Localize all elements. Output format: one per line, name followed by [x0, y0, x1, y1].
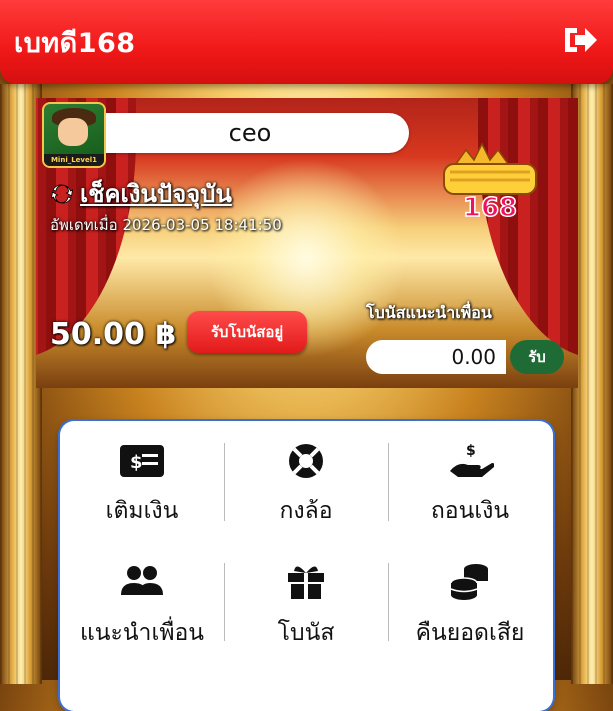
claim-referral-button[interactable]: รับ: [510, 340, 564, 374]
menu-panel: $ เติมเงิน กงล้อ $ ถอนเงิน แนะนำเพื่อน โ…: [60, 421, 553, 711]
check-balance-link[interactable]: เช็คเงินปัจจุบัน: [50, 174, 232, 213]
menu-label: เติมเงิน: [105, 498, 179, 524]
menu-deposit[interactable]: $ เติมเงิน: [60, 421, 224, 541]
referral-bonus-value: 0.00: [366, 340, 506, 374]
life-ring-icon: [289, 444, 323, 478]
balance-amount: 50.00 ฿: [50, 317, 177, 352]
svg-text:168: 168: [463, 193, 517, 222]
avatar-level-badge: Mini_Level1: [44, 154, 104, 166]
coins-icon: [450, 564, 488, 600]
updated-timestamp: อัพเดทเมื่อ 2026-03-05 18:41:50: [50, 216, 282, 234]
menu-label: คืนยอดเสีย: [415, 620, 525, 646]
hand-dollar-icon: $: [450, 443, 494, 477]
hero-banner: ceo Mini_Level1 เช็คเงินปัจจุบัน อัพเดทเ…: [36, 98, 578, 388]
username-box: ceo: [91, 113, 409, 153]
menu-wheel[interactable]: กงล้อ: [224, 421, 388, 541]
curtain-right-decoration: [478, 98, 578, 358]
username: ceo: [228, 119, 272, 147]
menu-refer-friend[interactable]: แนะนำเพื่อน: [60, 541, 224, 661]
menu-label: แนะนำเพื่อน: [79, 620, 205, 646]
betd168-logo: 168: [443, 142, 537, 222]
menu-label: โบนัส: [277, 620, 335, 646]
avatar[interactable]: Mini_Level1: [42, 102, 106, 168]
users-icon: [121, 566, 163, 595]
menu-cashback[interactable]: คืนยอดเสีย: [388, 541, 552, 661]
svg-text:$: $: [466, 443, 476, 459]
menu-withdraw[interactable]: $ ถอนเงิน: [388, 421, 552, 541]
menu-bonus[interactable]: โบนัส: [224, 541, 388, 661]
brand-title: เบทดี168: [14, 28, 136, 59]
money-bill-icon: $: [120, 445, 164, 477]
refresh-icon: [50, 184, 74, 203]
svg-text:$: $: [130, 452, 143, 473]
referral-bonus-label: โบนัสแนะนำเพื่อน: [366, 303, 492, 322]
menu-label: ถอนเงิน: [430, 498, 510, 524]
check-balance-label: เช็คเงินปัจจุบัน: [80, 180, 232, 208]
logout-icon[interactable]: [561, 22, 599, 58]
menu-label: กงล้อ: [279, 498, 333, 524]
top-bar: เบทดี168: [0, 0, 613, 84]
claim-bonus-button[interactable]: รับโบนัสอยู่: [187, 311, 307, 353]
gift-icon: [288, 566, 324, 599]
